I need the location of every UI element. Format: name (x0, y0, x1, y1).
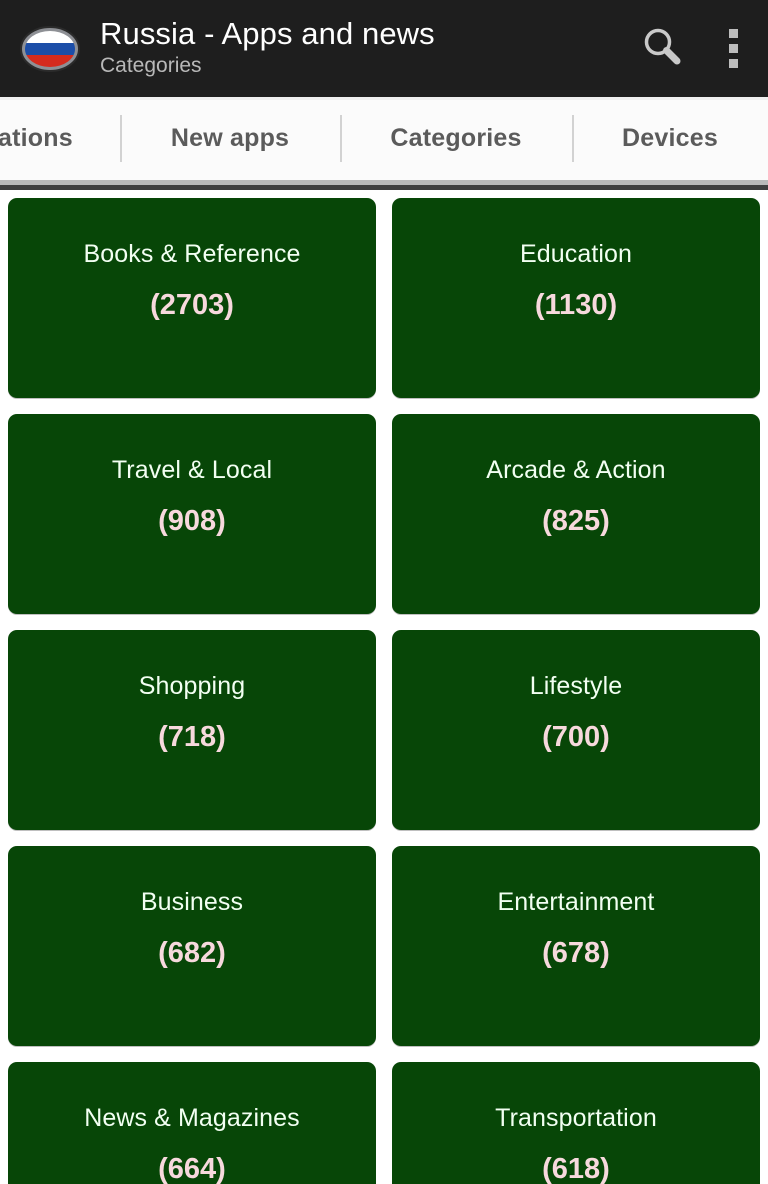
category-cell[interactable]: Lifestyle (700) (392, 630, 760, 830)
categories-scroll-area[interactable]: Books & Reference (2703) Education (1130… (0, 190, 768, 1184)
category-cell[interactable]: Transportation (618) (392, 1062, 760, 1184)
search-icon (639, 23, 685, 74)
tab-categories[interactable]: Categories (340, 97, 572, 180)
category-cell[interactable]: Books & Reference (2703) (8, 198, 376, 398)
app-bar-actions (626, 0, 768, 97)
tab-label: Categories (390, 124, 522, 152)
category-count: (1130) (534, 289, 618, 321)
category-name: Arcade & Action (486, 456, 666, 484)
category-count: (908) (158, 505, 226, 537)
category-name: Travel & Local (111, 456, 273, 484)
category-cell[interactable]: Travel & Local (908) (8, 414, 376, 614)
category-count: (718) (158, 721, 226, 753)
category-name: Entertainment (497, 888, 655, 916)
category-name: Business (140, 888, 244, 916)
tab-bar: ations New apps Categories Devices (0, 97, 768, 180)
category-count: (682) (158, 937, 226, 969)
tab-label: New apps (170, 124, 290, 152)
app-bar-titles: Russia - Apps and news Categories (100, 16, 626, 81)
tab-label: ations (0, 124, 73, 152)
category-cell[interactable]: Business (682) (8, 846, 376, 1046)
page-subtitle: Categories (100, 54, 202, 77)
category-name: Books & Reference (83, 240, 301, 268)
category-cell[interactable]: News & Magazines (664) (8, 1062, 376, 1184)
category-cell[interactable]: Entertainment (678) (392, 846, 760, 1046)
russia-flag-icon (18, 21, 82, 77)
category-name: News & Magazines (84, 1104, 300, 1132)
tab-label: Devices (622, 124, 718, 152)
divider-dark-band (0, 185, 768, 190)
page-title: Russia - Apps and news (100, 16, 435, 51)
category-count: (825) (542, 505, 610, 537)
search-button[interactable] (626, 0, 698, 97)
category-name: Education (519, 240, 633, 268)
category-count: (618) (542, 1153, 610, 1184)
overflow-menu-icon (728, 29, 738, 68)
category-cell[interactable]: Education (1130) (392, 198, 760, 398)
category-name: Transportation (495, 1104, 657, 1132)
category-name: Lifestyle (529, 672, 623, 700)
categories-grid: Books & Reference (2703) Education (1130… (8, 198, 760, 1184)
category-cell[interactable]: Shopping (718) (8, 630, 376, 830)
tab-bar-divider (0, 180, 768, 190)
tab-devices[interactable]: Devices (572, 97, 768, 180)
app-bar: Russia - Apps and news Categories (0, 0, 768, 97)
category-count: (664) (158, 1153, 226, 1184)
category-cell[interactable]: Arcade & Action (825) (392, 414, 760, 614)
overflow-menu-button[interactable] (698, 0, 768, 97)
category-count: (678) (542, 937, 610, 969)
tab-new-apps[interactable]: New apps (120, 97, 340, 180)
category-count: (2703) (150, 289, 234, 321)
tab-applications[interactable]: ations (0, 97, 120, 180)
category-name: Shopping (138, 672, 246, 700)
category-count: (700) (542, 721, 610, 753)
